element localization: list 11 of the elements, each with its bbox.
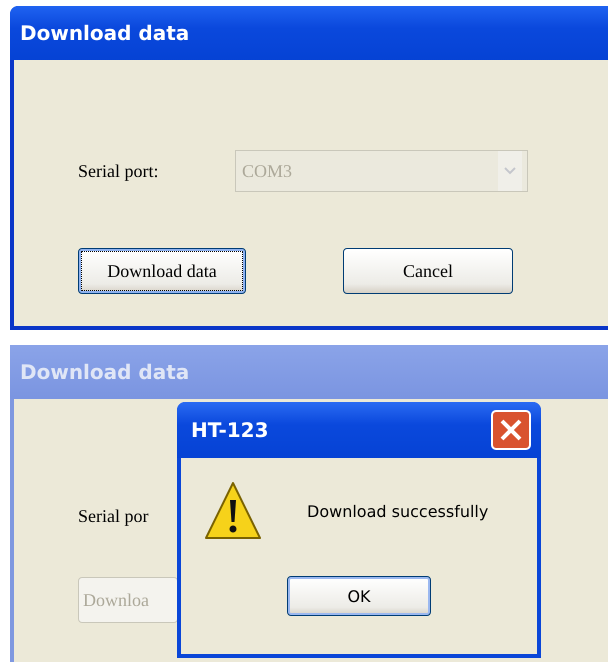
serial-port-label: Serial port:: [78, 160, 160, 182]
dialog-button[interactable]: Download data: [78, 248, 246, 294]
ok-button[interactable]: OK: [287, 576, 431, 616]
window-title: Download data: [20, 21, 190, 45]
window-title: Download data: [20, 360, 190, 384]
warning-icon: [203, 480, 263, 542]
dialog-button[interactable]: Cancel: [343, 248, 513, 294]
serial-port-label: Serial por: [78, 506, 150, 526]
close-icon[interactable]: [491, 410, 531, 450]
message-text: Download successfully: [307, 502, 488, 520]
message-title: HT-123: [191, 418, 268, 442]
